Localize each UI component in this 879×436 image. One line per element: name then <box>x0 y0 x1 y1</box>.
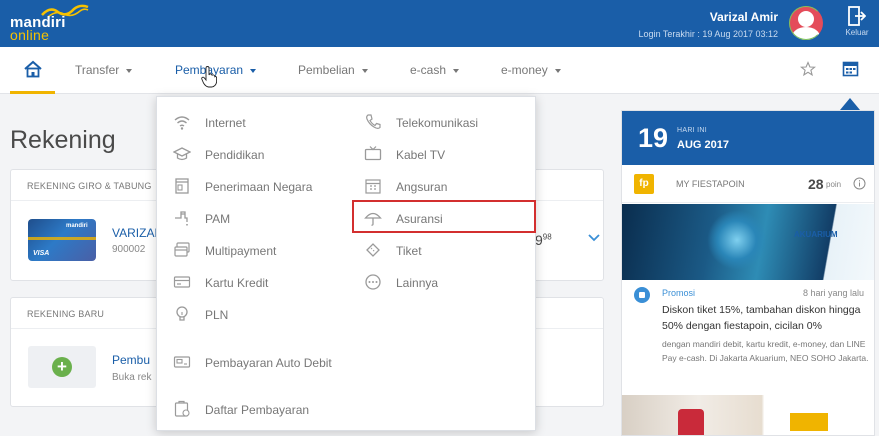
calendar-icon[interactable] <box>842 60 859 77</box>
hand-cursor-icon <box>201 66 217 88</box>
tag-icon <box>634 287 650 303</box>
brand-sub: online <box>10 27 50 43</box>
chevron-down-icon <box>361 68 368 73</box>
promo-description: dengan mandiri debit, kartu kredit, e-mo… <box>662 339 869 363</box>
promo-category: Promosi <box>662 288 696 298</box>
visa-logo: VISA <box>33 250 50 257</box>
account-balance: 998 <box>535 232 552 248</box>
logout-button[interactable]: Keluar <box>843 6 871 42</box>
avatar[interactable] <box>789 6 823 40</box>
fiestapoin-unit: poin <box>826 180 842 189</box>
fiestapoin-label: MY FIESTAPOIN <box>676 179 745 189</box>
card-brand-mark: mandiri <box>66 223 88 229</box>
promo-logo: AKUARIUM <box>794 230 838 239</box>
new-account-subtitle: Buka rek <box>112 372 152 383</box>
home-icon <box>24 60 42 78</box>
panel-pointer <box>840 98 860 110</box>
chevron-down-icon[interactable] <box>588 234 600 242</box>
new-account-title[interactable]: Pembu <box>112 353 150 367</box>
credit-card-icon <box>173 276 191 288</box>
nav-pembelian[interactable]: Pembelian <box>298 63 368 77</box>
asuransi-highlight-box <box>352 200 536 233</box>
logout-icon <box>848 6 866 26</box>
phone-icon <box>366 114 381 129</box>
top-header: mandiri online Varizal Amir Login Terakh… <box>0 0 879 47</box>
account-name[interactable]: VARIZAL <box>112 226 161 240</box>
nav-transfer[interactable]: Transfer <box>75 63 133 77</box>
last-login: Login Terakhir : 19 Aug 2017 03:12 <box>638 29 778 39</box>
logout-label: Keluar <box>845 28 869 37</box>
info-icon[interactable] <box>853 177 866 190</box>
main-nav: Transfer Pembayaran Pembelian e-cash e-m… <box>0 47 879 94</box>
graduation-cap-icon <box>173 147 191 161</box>
lightbulb-icon <box>176 306 188 321</box>
date-day: 19 <box>638 123 669 153</box>
payment-list-icon <box>174 400 190 417</box>
fiestapoin-icon: fp <box>634 174 654 194</box>
star-icon[interactable] <box>800 61 816 77</box>
date-month: AUG 2017 <box>677 139 729 151</box>
side-panel: 19 HARI INI AUG 2017 fp MY FIESTAPOIN 28… <box>621 110 875 436</box>
debit-card-image[interactable]: mandiri VISA <box>28 219 96 261</box>
more-icon <box>365 274 381 290</box>
multipayment-icon <box>174 242 190 257</box>
tv-icon <box>364 146 382 161</box>
nav-home[interactable] <box>10 47 55 94</box>
ticket-icon <box>366 243 380 257</box>
date-label: HARI INI <box>677 127 708 134</box>
calendar-icon <box>365 179 381 194</box>
fiestapoin-points: 28 <box>808 176 824 192</box>
date-box: 19 HARI INI AUG 2017 <box>622 111 874 165</box>
mandiri-logo[interactable]: mandiri online <box>10 4 92 43</box>
promo-banner-image[interactable]: AKUARIUM <box>622 204 874 280</box>
account-number: 900002 <box>112 244 146 255</box>
water-tap-icon <box>175 211 188 226</box>
auto-debit-icon <box>173 356 191 368</box>
page-title: Rekening <box>10 126 116 154</box>
fiestapoin-row[interactable]: fp MY FIESTAPOIN 28 poin <box>622 165 874 203</box>
plus-icon: + <box>52 357 72 377</box>
promo-title[interactable]: Diskon tiket 15%, tambahan diskon hingga… <box>662 302 872 334</box>
chevron-down-icon <box>554 68 561 73</box>
wifi-icon <box>174 116 190 130</box>
chevron-down-icon <box>453 68 460 73</box>
user-name: Varizal Amir <box>709 10 778 24</box>
pembayaran-dropdown: Internet Pendidikan Penerimaan Negara PA… <box>156 96 536 431</box>
nav-emoney[interactable]: e-money <box>501 63 561 77</box>
add-account-button[interactable]: + <box>28 346 96 388</box>
chevron-down-icon <box>126 68 133 73</box>
document-icon <box>175 178 189 194</box>
nav-ecash[interactable]: e-cash <box>410 63 460 77</box>
promo-banner-image-2[interactable] <box>622 395 874 435</box>
promo-time: 8 hari yang lalu <box>802 288 864 298</box>
chevron-down-icon <box>250 68 257 73</box>
